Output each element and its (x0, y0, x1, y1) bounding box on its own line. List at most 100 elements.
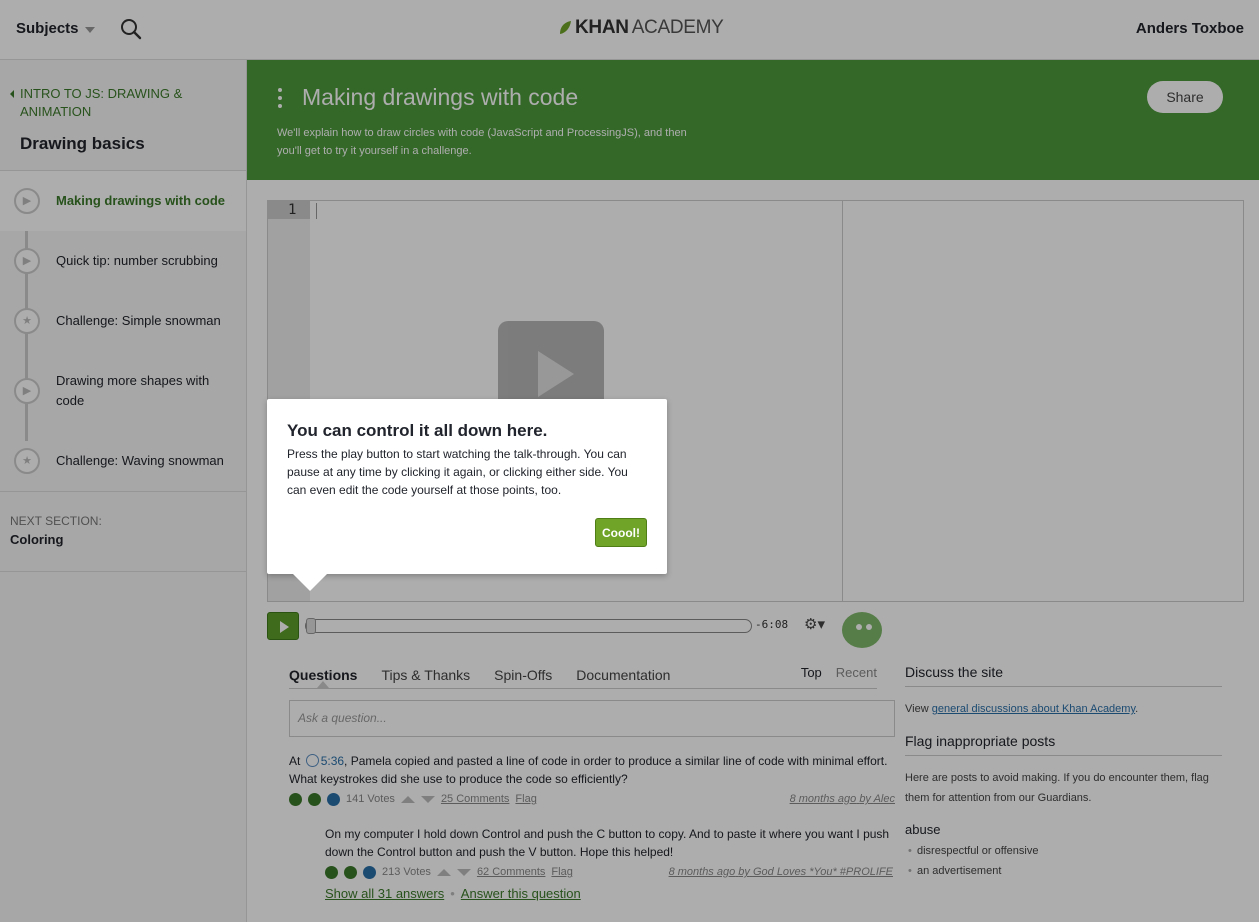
discussion-tabs: Questions Tips & Thanks Spin-Offs Docume… (289, 665, 877, 689)
lesson-description: We'll explain how to draw circles with c… (277, 127, 687, 157)
list-item: an advertisement (905, 861, 1222, 881)
section-title: Drawing basics (20, 134, 145, 153)
search-icon[interactable] (120, 18, 142, 40)
flag-posts-heading: Flag inappropriate posts (905, 733, 1222, 756)
flag-link[interactable]: Flag (515, 790, 536, 808)
tooltip-body: Press the play button to start watching … (287, 447, 628, 497)
play-button[interactable] (267, 612, 299, 640)
downvote-icon[interactable] (420, 795, 435, 803)
next-section[interactable]: NEXT SECTION: Coloring (0, 491, 246, 572)
question-text: At 5:36, Pamela copied and pasted a line… (289, 752, 899, 788)
next-section-title: Coloring (10, 532, 64, 547)
abuse-heading: abuse (905, 822, 941, 837)
timestamp-link[interactable]: 5:36 (321, 754, 344, 768)
badge-icon (308, 792, 321, 806)
ask-question-input[interactable]: Ask a question... (289, 700, 895, 737)
tab-documentation[interactable]: Documentation (576, 665, 670, 689)
tab-spin-offs[interactable]: Spin-Offs (494, 665, 552, 689)
tooltip-title: You can control it all down here. (287, 421, 548, 440)
coool-button[interactable]: Coool! (595, 518, 647, 547)
scrubber-handle[interactable] (306, 618, 316, 634)
badge-icon (325, 865, 338, 879)
lesson-label: Quick tip: number scrubbing (56, 253, 218, 268)
line-number: 1 (268, 201, 310, 219)
back-arrow-icon (10, 90, 14, 98)
tab-questions[interactable]: Questions (289, 665, 357, 689)
badge-icon (289, 792, 302, 806)
discuss-site-text: View general discussions about Khan Acad… (905, 703, 1139, 715)
upvote-icon[interactable] (436, 868, 451, 876)
general-discussions-link[interactable]: general discussions about Khan Academy (932, 703, 1135, 715)
lesson-label: Drawing more shapes with code (56, 373, 210, 408)
answer-text: On my computer I hold down Control and p… (325, 827, 890, 859)
more-options-icon[interactable] (277, 88, 283, 108)
lesson-item[interactable]: ★ Challenge: Waving snowman (0, 431, 246, 491)
subjects-menu[interactable]: Subjects (16, 20, 95, 37)
lesson-title: Making drawings with code (302, 84, 579, 110)
question-body: , Pamela copied and pasted a line of cod… (289, 754, 888, 786)
discussion-sidebar: Discuss the site View general discussion… (905, 664, 1222, 881)
user-menu[interactable]: Anders Toxboe (1136, 20, 1244, 37)
share-button[interactable]: Share (1147, 81, 1223, 113)
lesson-item[interactable]: ▶ Making drawings with code (0, 171, 246, 231)
subjects-label: Subjects (16, 20, 79, 37)
video-icon: ▶ (14, 378, 40, 404)
lesson-label: Challenge: Waving snowman (56, 453, 224, 468)
comments-link[interactable]: 62 Comments (477, 863, 545, 881)
sort-top[interactable]: Top (801, 665, 822, 680)
sidebar: INTRO TO JS: DRAWING & ANIMATION Drawing… (0, 60, 247, 922)
time-remaining: -6:08 (755, 618, 789, 631)
upvote-icon[interactable] (400, 795, 415, 803)
gear-icon[interactable]: ⚙▾ (804, 617, 828, 633)
post-author[interactable]: 8 months ago by God Loves *You* #PROLIFE (669, 863, 893, 881)
post-author[interactable]: 8 months ago by Alec (790, 790, 895, 808)
back-to-course-link[interactable]: INTRO TO JS: DRAWING & ANIMATION (10, 85, 236, 121)
answer-post: On my computer I hold down Control and p… (325, 825, 897, 903)
output-canvas[interactable] (842, 200, 1244, 602)
chevron-down-icon (84, 26, 95, 33)
downvote-icon[interactable] (456, 868, 471, 876)
lesson-item[interactable]: ▶ Drawing more shapes with code (0, 351, 246, 431)
badge-icon (363, 865, 376, 879)
text-cursor (316, 203, 317, 219)
lesson-label: Challenge: Simple snowman (56, 313, 221, 328)
flag-posts-text: Here are posts to avoid making. If you d… (905, 772, 1209, 804)
clock-icon (305, 754, 319, 767)
timeline-scrubber[interactable] (305, 618, 752, 634)
answer-question-link[interactable]: Answer this question (461, 886, 581, 901)
flag-link[interactable]: Flag (551, 863, 572, 881)
vote-count: 213 Votes (382, 866, 431, 878)
lesson-list: ▶ Making drawings with code ▶ Quick tip:… (0, 171, 246, 491)
logo-academy: ACADEMY (631, 17, 724, 38)
sort-options: Top Recent (801, 665, 877, 680)
question-meta: 141 Votes 25 Comments Flag 8 months ago … (289, 790, 899, 808)
sort-recent[interactable]: Recent (836, 665, 877, 680)
lesson-header: Making drawings with code We'll explain … (247, 60, 1259, 180)
abuse-list: disrespectful or offensive an advertisem… (905, 841, 1222, 881)
star-icon: ★ (14, 308, 40, 334)
video-icon: ▶ (14, 188, 40, 214)
leaf-icon (560, 21, 571, 34)
answer-actions: Show all 31 answers • Answer this question (325, 886, 581, 901)
top-nav: Subjects KHAN ACADEMY Anders Toxboe (0, 0, 1259, 60)
discuss-site-heading: Discuss the site (905, 664, 1222, 687)
list-item: disrespectful or offensive (905, 841, 1222, 861)
show-all-answers-link[interactable]: Show all 31 answers (325, 886, 444, 901)
badge-icon (344, 865, 357, 879)
star-icon: ★ (14, 448, 40, 474)
answer-meta: 213 Votes 62 Comments Flag 8 months ago … (325, 863, 897, 881)
onboarding-tooltip: You can control it all down here. Press … (267, 399, 667, 591)
question-prefix: At (289, 754, 301, 768)
lesson-item[interactable]: ★ Challenge: Simple snowman (0, 291, 246, 351)
avatar[interactable] (842, 612, 882, 648)
lesson-label: Making drawings with code (56, 193, 226, 208)
logo-khan: KHAN (575, 17, 629, 38)
sidebar-header: INTRO TO JS: DRAWING & ANIMATION Drawing… (0, 60, 246, 171)
lesson-item[interactable]: ▶ Quick tip: number scrubbing (0, 231, 246, 291)
comments-link[interactable]: 25 Comments (441, 790, 509, 808)
tab-tips-thanks[interactable]: Tips & Thanks (381, 665, 470, 689)
video-icon: ▶ (14, 248, 40, 274)
khan-academy-logo[interactable]: KHAN ACADEMY (558, 17, 724, 39)
back-link-label: INTRO TO JS: DRAWING & ANIMATION (20, 86, 183, 119)
tooltip-arrow (292, 573, 328, 591)
